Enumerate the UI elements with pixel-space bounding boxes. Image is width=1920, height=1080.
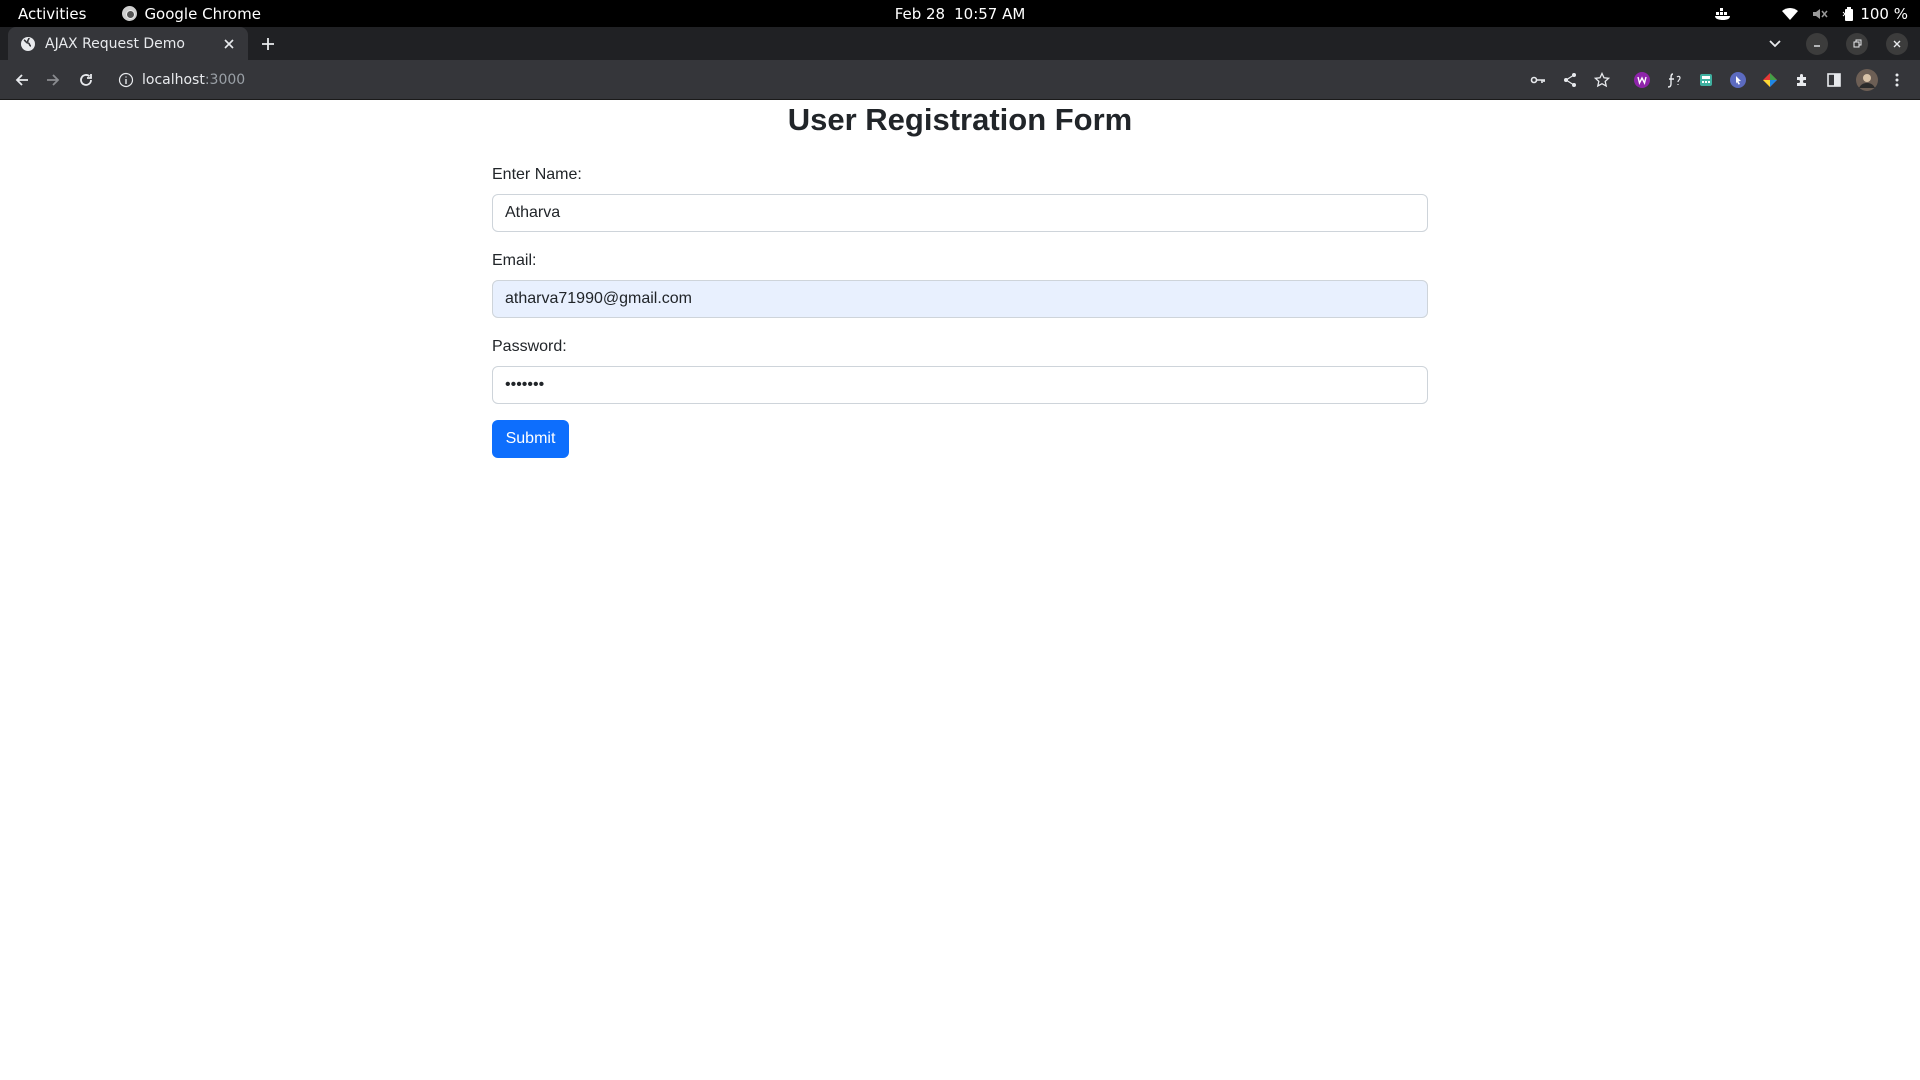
app-menu[interactable]: Google Chrome <box>122 5 261 23</box>
battery-icon <box>1842 6 1854 21</box>
forward-button[interactable] <box>43 70 63 90</box>
plus-icon <box>262 38 274 50</box>
password-label: Password: <box>492 338 567 355</box>
extension-cursor-icon[interactable] <box>1729 71 1747 89</box>
globe-icon <box>21 36 35 51</box>
side-panel-icon[interactable] <box>1825 71 1843 89</box>
chevron-down-icon <box>1769 39 1781 47</box>
chrome-menu-icon[interactable] <box>1888 71 1906 89</box>
email-input[interactable] <box>492 280 1428 318</box>
new-tab-button[interactable] <box>258 34 278 54</box>
page-content: User Registration Form Enter Name: Email… <box>0 100 1920 1080</box>
app-name: Google Chrome <box>144 4 261 23</box>
name-label: Enter Name: <box>492 166 582 183</box>
password-input[interactable] <box>492 366 1428 404</box>
close-window-button[interactable] <box>1886 27 1908 60</box>
extensions-puzzle-icon[interactable] <box>1793 71 1811 89</box>
reload-button[interactable] <box>76 70 96 90</box>
close-tab-icon[interactable] <box>220 35 238 53</box>
chrome-icon <box>122 6 138 21</box>
submit-button[interactable]: Submit <box>492 420 569 458</box>
battery-percent: 100 % <box>1860 4 1908 23</box>
url-port: :3000 <box>204 72 246 88</box>
arrow-left-icon <box>15 74 28 86</box>
arrow-right-icon <box>47 74 60 86</box>
minimize-icon <box>1814 44 1820 47</box>
name-input[interactable] <box>492 194 1428 232</box>
tab-ajax-request-demo[interactable]: AJAX Request Demo <box>8 27 248 60</box>
back-button[interactable] <box>12 70 32 90</box>
activities-button[interactable]: Activities <box>18 5 86 23</box>
info-icon[interactable] <box>118 72 134 88</box>
minimize-button[interactable] <box>1806 27 1828 60</box>
address-bar[interactable]: localhost:3000 <box>110 66 1520 94</box>
restore-button[interactable] <box>1846 27 1868 60</box>
volume-muted-icon[interactable] <box>1812 7 1828 21</box>
tab-search-button[interactable] <box>1768 27 1782 60</box>
docker-icon[interactable] <box>1714 7 1732 21</box>
close-icon <box>1893 40 1901 47</box>
tab-title: AJAX Request Demo <box>45 35 185 52</box>
password-key-icon[interactable] <box>1529 71 1547 89</box>
extension-color-picker-icon[interactable] <box>1761 71 1779 89</box>
clock-time[interactable]: 10:57 AM <box>954 5 1025 23</box>
clock: Feb 28 10:57 AM <box>0 0 1920 27</box>
extension-formula-icon[interactable] <box>1665 71 1683 89</box>
browser-toolbar: localhost:3000 <box>0 60 1920 100</box>
tab-strip: AJAX Request Demo <box>0 27 1920 60</box>
restore-icon <box>1853 39 1862 47</box>
profile-avatar-icon[interactable] <box>1856 69 1878 91</box>
system-top-bar: Activities Google Chrome Feb 28 10:57 AM… <box>0 0 1920 27</box>
url-host: localhost <box>142 72 205 88</box>
system-tray[interactable]: 100 % <box>1714 0 1908 27</box>
battery-indicator[interactable]: 100 % <box>1842 5 1908 23</box>
wifi-icon[interactable] <box>1782 7 1799 21</box>
extension-w-icon[interactable] <box>1633 71 1651 89</box>
clock-date[interactable]: Feb 28 <box>895 5 945 23</box>
reload-icon <box>80 74 92 86</box>
email-label: Email: <box>492 252 537 269</box>
extension-calculator-icon[interactable] <box>1697 71 1715 89</box>
page-title: User Registration Form <box>787 102 1133 137</box>
bookmark-star-icon[interactable] <box>1593 71 1611 89</box>
share-icon[interactable] <box>1561 71 1579 89</box>
